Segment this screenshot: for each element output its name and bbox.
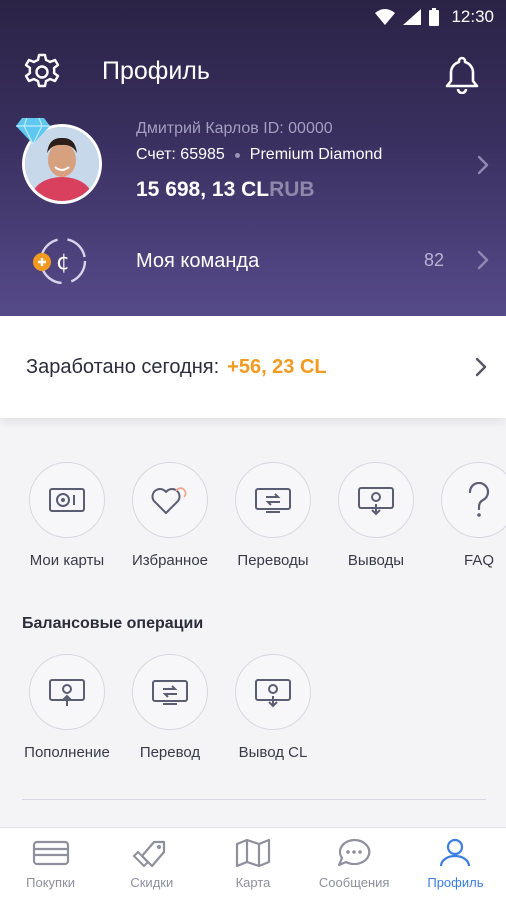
action-label: Мои карты (29, 552, 105, 569)
quick-actions: Мои карты Избранное Переводы Выводы FAQ (0, 462, 506, 582)
withdraw-icon (255, 679, 291, 708)
action-favorites[interactable]: Избранное (118, 462, 222, 569)
action-label: Перевод (139, 744, 201, 761)
earned-value: +56, 23 CL (227, 356, 327, 378)
action-circle[interactable] (29, 654, 105, 730)
balance: 15 698, 13 CLRUB (136, 178, 315, 202)
action-label: Вывод CL (238, 744, 308, 761)
my-team-row[interactable]: ¢ Моя команда 82 (0, 226, 506, 296)
balance-ops-title: Балансовые операции (22, 615, 204, 632)
action-circle[interactable] (132, 654, 208, 730)
transfer-icon (152, 680, 188, 705)
action-label: Переводы (237, 552, 309, 569)
action-circle[interactable] (338, 462, 414, 538)
nav-label: Сообщения (318, 875, 390, 890)
question-icon (468, 482, 490, 517)
nav-messages[interactable]: Сообщения (304, 828, 405, 900)
tier-label: Premium Diamond (249, 146, 383, 163)
profile-summary[interactable]: Дмитрий Карлов ID: 00000 Счет: 65985 Pre… (0, 116, 506, 216)
divider (22, 799, 486, 800)
op-deposit[interactable]: Пополнение (15, 654, 119, 761)
account-number: Счет: 65985 (136, 146, 225, 163)
op-transfer[interactable]: Перевод (118, 654, 222, 761)
nav-profile[interactable]: Профиль (405, 828, 506, 900)
nav-label: Покупки (26, 875, 76, 890)
user-icon (440, 838, 471, 867)
team-label: Моя команда (136, 250, 260, 272)
separator-dot (234, 152, 240, 158)
earned-label: Заработано сегодня: (26, 356, 220, 378)
map-icon (235, 838, 271, 868)
status-bar: 12:30 (0, 0, 506, 34)
tag-icon (132, 840, 165, 868)
balance-amount: 15 698, 13 CL (136, 178, 270, 201)
account-line: Счет: 65985 Premium Diamond (136, 146, 382, 164)
chevron-right-icon[interactable] (476, 154, 490, 176)
chat-icon (338, 838, 371, 867)
transfer-icon (255, 488, 291, 513)
hearts-icon (151, 487, 187, 514)
wifi-icon (375, 9, 396, 25)
user-name-id: Дмитрий Карлов ID: 00000 (136, 120, 333, 137)
top-bar: Профиль (0, 40, 506, 104)
signal-icon (403, 9, 422, 25)
deposit-icon (49, 679, 85, 706)
op-withdraw-cl[interactable]: Вывод CL (221, 654, 325, 761)
battery-icon (429, 8, 440, 26)
bottom-nav: Покупки Скидки Карта Сообщения Профиль (0, 827, 506, 900)
withdraw-icon (358, 487, 394, 516)
nav-label: Карта (235, 875, 271, 890)
action-label: Пополнение (24, 744, 110, 761)
earned-today-card[interactable]: Заработано сегодня: +56, 23 CL (0, 316, 506, 418)
action-circle[interactable] (132, 462, 208, 538)
action-faq[interactable]: FAQ (427, 462, 506, 569)
status-time: 12:30 (451, 7, 494, 26)
wallet-icon (32, 840, 69, 866)
team-coin-icon: ¢ (33, 237, 87, 285)
card-icon (49, 488, 85, 512)
chevron-right-icon[interactable] (474, 356, 488, 378)
svg-text:¢: ¢ (56, 250, 70, 275)
profile-header: 12:30 Профиль Дмитрий Карлов ID: 00000 С… (0, 0, 506, 316)
team-count: 82 (423, 250, 444, 270)
nav-purchases[interactable]: Покупки (0, 828, 101, 900)
earned-label-line: Заработано сегодня: +56, 23 CL (26, 356, 327, 379)
action-circle[interactable] (235, 654, 311, 730)
balance-operations: Пополнение Перевод Вывод CL (0, 654, 506, 774)
action-transfers[interactable]: Переводы (221, 462, 325, 569)
action-withdrawals[interactable]: Выводы (324, 462, 428, 569)
action-circle[interactable] (29, 462, 105, 538)
nav-discounts[interactable]: Скидки (101, 828, 202, 900)
chevron-right-icon[interactable] (476, 249, 490, 271)
nav-label: Скидки (130, 875, 174, 890)
action-my-cards[interactable]: Мои карты (15, 462, 119, 569)
diamond-icon (16, 117, 50, 144)
action-circle[interactable] (441, 462, 506, 538)
nav-map[interactable]: Карта (202, 828, 303, 900)
page-title: Профиль (102, 57, 210, 85)
nav-label: Профиль (427, 875, 484, 890)
bell-icon[interactable] (444, 54, 480, 94)
action-label: Выводы (347, 552, 405, 569)
action-label: Избранное (131, 552, 209, 569)
gear-icon[interactable] (22, 52, 62, 92)
action-circle[interactable] (235, 462, 311, 538)
balance-currency: RUB (269, 178, 315, 201)
action-label: FAQ (463, 552, 494, 569)
